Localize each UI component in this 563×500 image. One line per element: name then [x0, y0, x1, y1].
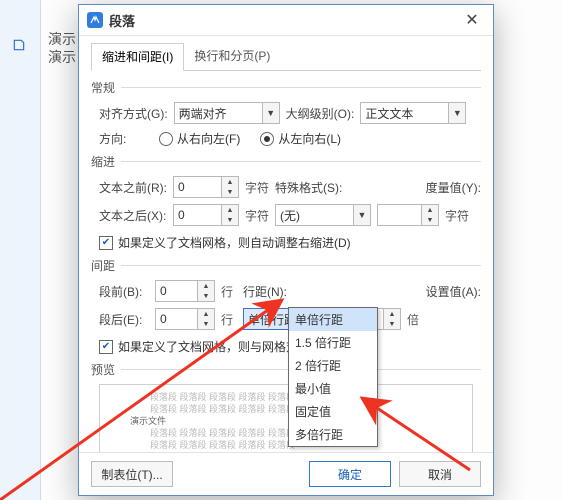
- alignment-label: 对齐方式(G):: [99, 105, 168, 122]
- radio-icon: [260, 132, 274, 146]
- dropdown-item-min[interactable]: 最小值: [289, 377, 377, 400]
- outline-combo[interactable]: 正文文本 ▼: [360, 102, 466, 124]
- indent-after-label: 文本之后(X):: [99, 207, 167, 224]
- section-spacing-title: 间距: [91, 257, 115, 274]
- spinner-icon: ▲▼: [421, 205, 438, 225]
- dropdown-item-multi[interactable]: 多倍行距: [289, 423, 377, 446]
- spacing-before-label: 段前(B):: [99, 283, 149, 300]
- unit-char-1: 字符: [245, 179, 269, 196]
- snap-to-grid-label: 如果定义了文档网格，则与网格对齐: [118, 338, 310, 355]
- spinner-icon: ▲▼: [197, 281, 214, 301]
- section-preview-title: 预览: [91, 361, 115, 378]
- special-format-value: (无): [280, 207, 300, 224]
- spinner-icon: ▲▼: [221, 177, 238, 197]
- tab-line-page-break[interactable]: 换行和分页(P): [184, 43, 280, 71]
- chevron-down-icon: ▼: [353, 205, 370, 225]
- bg-line-2: 演示: [48, 48, 76, 66]
- alignment-combo[interactable]: 两端对齐 ▼: [174, 102, 280, 124]
- outline-label: 大纲级别(O):: [286, 105, 355, 122]
- tabs: 缩进和间距(I) 换行和分页(P): [91, 42, 481, 71]
- linespacing-dropdown: 单倍行距 1.5 倍行距 2 倍行距 最小值 固定值 多倍行距: [288, 307, 378, 447]
- direction-ltr-label: 从左向右(L): [278, 130, 341, 147]
- section-general-title: 常规: [91, 79, 115, 96]
- spacing-after-label: 段后(E):: [99, 311, 149, 328]
- spacing-before-value: 0: [160, 284, 167, 298]
- cancel-button[interactable]: 取消: [399, 461, 481, 487]
- checkbox-icon: ✔: [99, 340, 113, 354]
- titlebar: 段落 ✕: [79, 5, 493, 36]
- tab-indent-spacing[interactable]: 缩进和间距(I): [91, 43, 184, 71]
- direction-label: 方向:: [99, 130, 153, 147]
- indent-after-value: 0: [178, 208, 185, 222]
- dialog-title: 段落: [109, 11, 457, 30]
- spacing-after-value: 0: [160, 312, 167, 326]
- direction-ltr-radio[interactable]: 从左向右(L): [260, 130, 341, 147]
- section-preview: 预览: [91, 361, 481, 378]
- alignment-value: 两端对齐: [179, 105, 227, 122]
- app-logo-icon: [87, 12, 103, 28]
- bg-doc-text: 演示 演示: [48, 30, 76, 66]
- spinner-icon: ▲▼: [197, 309, 214, 329]
- auto-adjust-indent-check[interactable]: ✔ 如果定义了文档网格，则自动调整右缩进(D): [99, 234, 351, 251]
- outline-value: 正文文本: [365, 105, 413, 122]
- indent-before-value: 0: [178, 180, 185, 194]
- special-format-combo[interactable]: (无) ▼: [275, 204, 371, 226]
- checkbox-icon: ✔: [99, 236, 113, 250]
- tabstops-button[interactable]: 制表位(T)...: [91, 461, 173, 487]
- unit-line-1: 行: [221, 283, 233, 300]
- indent-after-spin[interactable]: 0 ▲▼: [173, 204, 239, 226]
- indent-before-label: 文本之前(R):: [99, 179, 167, 196]
- dialog-footer: 制表位(T)... 确定 取消: [79, 452, 493, 495]
- chevron-down-icon: ▼: [448, 103, 465, 123]
- close-button[interactable]: ✕: [457, 8, 487, 32]
- dropdown-item-double[interactable]: 2 倍行距: [289, 354, 377, 377]
- snap-to-grid-check[interactable]: ✔ 如果定义了文档网格，则与网格对齐: [99, 338, 310, 355]
- bg-line-1: 演示: [48, 30, 76, 48]
- direction-rtl-radio[interactable]: 从右向左(F): [159, 130, 240, 147]
- spacing-before-spin[interactable]: 0 ▲▼: [155, 280, 215, 302]
- vertical-toolbar: [0, 0, 41, 500]
- section-indent: 缩进: [91, 153, 481, 170]
- direction-rtl-label: 从右向左(F): [177, 130, 240, 147]
- section-indent-title: 缩进: [91, 153, 115, 170]
- unit-line-2: 行: [221, 311, 233, 328]
- unit-char-2: 字符: [245, 207, 269, 224]
- dropdown-item-fixed[interactable]: 固定值: [289, 400, 377, 423]
- spacing-after-spin[interactable]: 0 ▲▼: [155, 308, 215, 330]
- measure-spin[interactable]: ▲▼: [377, 204, 439, 226]
- auto-adjust-indent-label: 如果定义了文档网格，则自动调整右缩进(D): [118, 234, 351, 251]
- unit-char-3: 字符: [445, 207, 469, 224]
- ok-button[interactable]: 确定: [309, 461, 391, 487]
- chevron-down-icon: ▼: [262, 103, 279, 123]
- setvalue-label: 设置值(A):: [426, 283, 481, 300]
- section-general: 常规: [91, 79, 481, 96]
- setvalue-unit: 倍: [407, 311, 419, 328]
- spinner-icon: ▲▼: [383, 309, 400, 329]
- dropdown-item-single[interactable]: 单倍行距: [289, 308, 377, 331]
- section-spacing: 间距: [91, 257, 481, 274]
- linespacing-label: 行距(N):: [243, 283, 287, 300]
- paragraph-dialog: 段落 ✕ 缩进和间距(I) 换行和分页(P) 常规 对齐方式(G): 两端对齐 …: [78, 4, 494, 496]
- measure-label: 度量值(Y):: [426, 179, 481, 196]
- spinner-icon: ▲▼: [221, 205, 238, 225]
- dropdown-item-1-5[interactable]: 1.5 倍行距: [289, 331, 377, 354]
- radio-icon: [159, 132, 173, 146]
- special-format-label: 特殊格式(S):: [275, 179, 342, 196]
- doc-icon: [12, 38, 26, 52]
- indent-before-spin[interactable]: 0 ▲▼: [173, 176, 239, 198]
